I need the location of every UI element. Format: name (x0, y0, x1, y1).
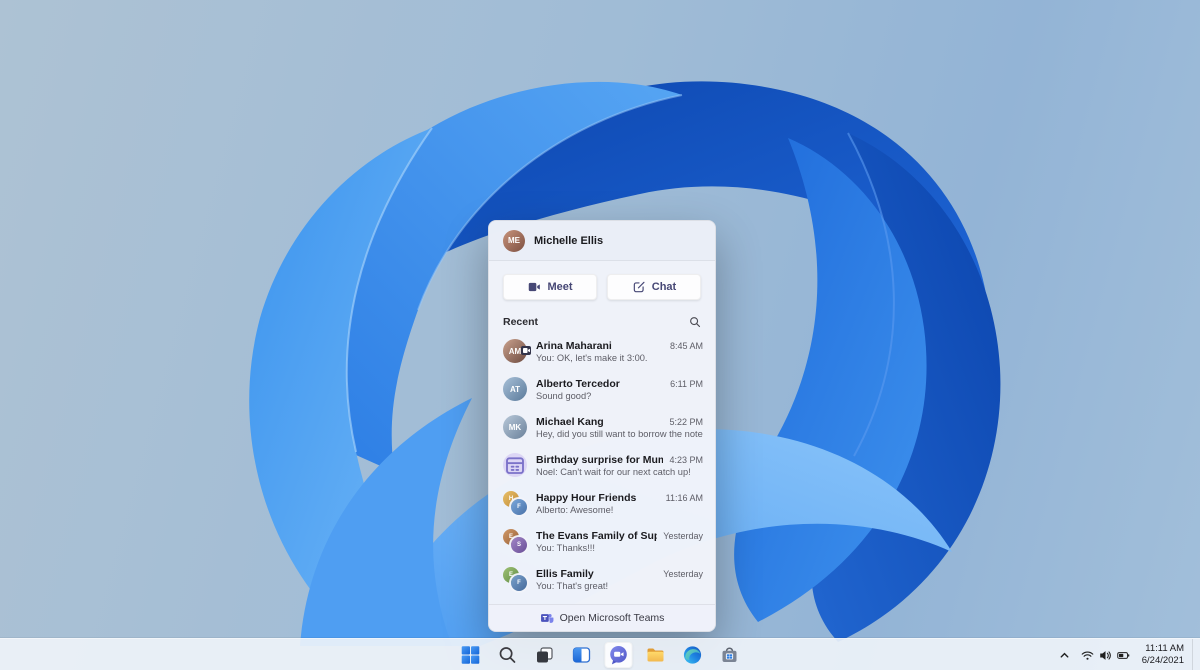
microsoft-store-icon (722, 647, 737, 662)
avatar: MK (503, 415, 527, 439)
avatar-initials: MK (508, 422, 522, 432)
battery-icon (1116, 651, 1130, 659)
volume-icon (1099, 650, 1111, 660)
conversation-row[interactable]: H F Happy Hour Friends 11:16 AM Alberto:… (489, 484, 715, 522)
file-explorer-icon (647, 648, 664, 662)
conversation-row[interactable]: MK Michael Kang 5:22 PM Hey, did you sti… (489, 408, 715, 446)
system-tray: 11:11 AM 6/24/2021 (1054, 639, 1196, 670)
wifi-icon (1081, 650, 1094, 660)
search-button[interactable] (494, 642, 522, 668)
conversation-list: AM Arina Maharani 8:45 AM You: OK, let's… (489, 332, 715, 604)
avatar-initials: S (511, 537, 527, 553)
conversation-row[interactable]: Birthday surprise for Mum 4:23 PM Noel: … (489, 446, 715, 484)
chevron-up-icon (1060, 652, 1069, 658)
group-avatar: H F (503, 491, 527, 515)
taskbar: 11:11 AM 6/24/2021 (0, 638, 1200, 670)
conversation-preview: Alberto: Awesome! (536, 504, 614, 515)
search-icon[interactable] (689, 316, 701, 328)
user-avatar-initials: ME (508, 236, 520, 245)
conversation-name: Ellis Family (536, 567, 594, 580)
teams-logo-icon (540, 613, 554, 623)
group-avatar: E F (503, 567, 527, 591)
recent-label: Recent (503, 316, 539, 328)
chat-teams-button[interactable] (604, 642, 633, 668)
conversation-preview: Hey, did you still want to borrow the no… (536, 428, 703, 439)
recent-header-row: Recent (489, 310, 715, 332)
widgets-icon (572, 647, 591, 663)
meet-button-label: Meet (547, 281, 573, 293)
chat-button-label: Chat (651, 281, 677, 293)
conversation-name: Arina Maharani (536, 339, 612, 352)
chat-button[interactable]: Chat (607, 274, 701, 300)
conversation-time: 5:22 PM (669, 416, 703, 427)
teams-chat-flyout: ME Michelle Ellis Meet Chat Recent AM Ar… (488, 220, 716, 632)
show-desktop-button[interactable] (1192, 639, 1196, 670)
task-view-icon (537, 647, 553, 663)
windows-start-icon (461, 646, 480, 664)
start-button[interactable] (457, 642, 485, 668)
conversation-time: 6:11 PM (670, 378, 703, 389)
calendar-icon (506, 457, 524, 474)
conversation-name: Alberto Tercedor (536, 377, 620, 390)
user-avatar[interactable]: ME (503, 229, 525, 252)
conversation-preview: Noel: Can't wait for our next catch up! (536, 466, 691, 477)
group-avatar: E S (503, 529, 527, 553)
avatar-initials: F (511, 575, 527, 591)
conversation-name: Michael Kang (536, 415, 604, 428)
open-teams-button[interactable]: Open Microsoft Teams (489, 604, 715, 631)
tray-time: 11:11 AM (1145, 643, 1184, 655)
avatar-initials: AT (509, 384, 521, 394)
teams-chat-icon (610, 646, 627, 665)
avatar-initials: F (511, 499, 527, 515)
calendar-avatar (503, 453, 527, 477)
user-name: Michelle Ellis (534, 234, 604, 247)
widgets-button[interactable] (568, 642, 596, 668)
clock[interactable]: 11:11 AM 6/24/2021 (1136, 643, 1190, 667)
flyout-header: ME Michelle Ellis (489, 221, 715, 261)
file-explorer-button[interactable] (642, 642, 670, 668)
conversation-name: Happy Hour Friends (536, 491, 637, 504)
edge-button[interactable] (679, 642, 707, 668)
conversation-time: 11:16 AM (665, 492, 703, 503)
conversation-row[interactable]: AM Arina Maharani 8:45 AM You: OK, let's… (489, 332, 715, 370)
conversation-preview: You: Thanks!!! (536, 542, 595, 553)
conversation-time: Yesterday (663, 568, 703, 579)
video-camera-icon (529, 282, 541, 292)
task-view-button[interactable] (531, 642, 559, 668)
compose-icon (633, 281, 645, 293)
conversation-name: Birthday surprise for Mum (536, 453, 664, 466)
conversation-name: The Evans Family of Supers (536, 529, 657, 542)
conversation-row[interactable]: AT Alberto Tercedor 6:11 PM Sound good? (489, 370, 715, 408)
conversation-time: Yesterday (663, 530, 703, 541)
conversation-time: 4:23 PM (669, 454, 703, 465)
conversation-row[interactable]: E F Ellis Family Yesterday You: That's g… (489, 560, 715, 598)
video-call-badge-icon (521, 346, 531, 355)
hidden-icons-button[interactable] (1054, 642, 1075, 668)
conversation-preview: Sound good? (536, 390, 592, 401)
edge-browser-icon (683, 646, 702, 664)
conversation-preview: You: OK, let's make it 3:00. (536, 352, 648, 363)
avatar-initials: AM (508, 346, 522, 356)
open-teams-label: Open Microsoft Teams (559, 612, 665, 624)
network-volume-battery-button[interactable] (1077, 642, 1134, 668)
action-buttons-row: Meet Chat (489, 261, 715, 310)
search-icon (499, 647, 516, 663)
conversation-preview: You: That's great! (536, 580, 609, 591)
store-button[interactable] (716, 642, 744, 668)
taskbar-center-icons (457, 639, 744, 670)
avatar: AT (503, 377, 527, 401)
conversation-time: 8:45 AM (669, 340, 703, 351)
conversation-row[interactable]: E S The Evans Family of Supers Yesterday… (489, 522, 715, 560)
avatar: AM (503, 339, 531, 363)
meet-button[interactable]: Meet (503, 274, 597, 300)
tray-date: 6/24/2021 (1141, 655, 1184, 666)
